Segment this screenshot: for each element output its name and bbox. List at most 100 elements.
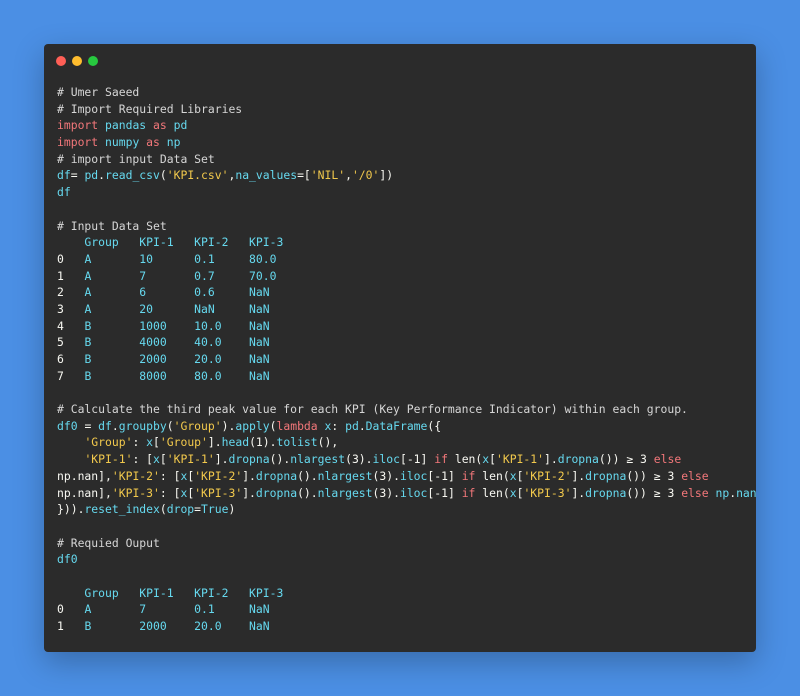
code-token: # Input Data Set [57, 218, 167, 233]
code-line: 'Group': x['Group'].head(1).tolist(), [57, 434, 756, 451]
code-token: np.nan [57, 468, 99, 483]
code-token: })). [57, 502, 85, 517]
code-token: ]. [571, 468, 586, 483]
code-token: ], [98, 468, 112, 483]
code-token: else [681, 485, 716, 500]
code-token: B 1000 10.0 NaN [84, 318, 270, 333]
code-token: = [84, 418, 99, 433]
code-token: iloc [372, 452, 400, 467]
code-token: ]. [571, 485, 586, 500]
code-token: [ [153, 435, 160, 450]
code-token: # Requied Ouput [57, 535, 160, 550]
code-token: ]. [207, 435, 222, 450]
code-token: 1 [57, 619, 85, 633]
code-token: x [509, 468, 517, 483]
code-token: lambda [276, 418, 325, 433]
code-token: df [57, 168, 71, 183]
code-line: df [57, 184, 756, 201]
code-token: x [509, 485, 517, 500]
code-token: pd [173, 118, 188, 133]
code-token: = [194, 502, 202, 517]
code-token: [ [159, 452, 167, 467]
code-line: import numpy as np [57, 134, 756, 151]
code-line: 0 A 10 0.1 80.0 [57, 251, 756, 268]
code-token: 1 [57, 268, 85, 283]
code-token: ( [159, 168, 167, 183]
code-line: np.nan],'KPI-3': [x['KPI-3'].dropna().nl… [57, 485, 756, 502]
window-controls [56, 56, 98, 66]
code-token: dropna [228, 452, 270, 467]
code-line: # Calculate the third peak value for eac… [57, 401, 756, 418]
code-token: ]. [242, 468, 256, 483]
code-token: df [57, 185, 71, 200]
code-token: 'KPI-2' [194, 468, 243, 483]
maximize-icon[interactable] [88, 56, 98, 66]
code-token: . [98, 168, 106, 183]
code-line: 0 A 7 0.1 NaN [57, 601, 756, 618]
code-token: ()) ≥ 3 [626, 468, 682, 483]
code-token: B 4000 40.0 NaN [84, 335, 270, 350]
code-token: nlargest [317, 468, 373, 483]
code-token: 6 [57, 352, 85, 366]
code-token: len( [454, 452, 483, 467]
code-line: 4 B 1000 10.0 NaN [57, 318, 756, 335]
code-line: df0 [57, 551, 756, 568]
code-token: 'KPI-2' [523, 468, 572, 483]
code-token: nlargest [290, 452, 346, 467]
close-icon[interactable] [56, 56, 66, 66]
code-token: if [434, 452, 455, 467]
code-token: dropna [557, 452, 599, 467]
code-token: head [221, 435, 250, 450]
code-token: 'Group' [159, 435, 208, 450]
code-token: : [132, 435, 147, 450]
code-token: np.nan [57, 485, 99, 500]
code-token: '/0' [351, 168, 380, 183]
code-line: 1 A 7 0.7 70.0 [57, 268, 756, 285]
code-token: 'KPI.csv' [166, 168, 229, 183]
code-window: # Umer Saeed # Import Required Libraries i… [44, 44, 756, 652]
code-token: 3 [57, 301, 85, 316]
code-token: 'NIL' [310, 168, 346, 183]
code-token: A 7 0.7 70.0 [84, 268, 277, 283]
code-token: . [111, 418, 119, 433]
code-token: B 8000 80.0 NaN [84, 368, 270, 383]
code-token: tolist [276, 435, 318, 450]
code-token: ( [166, 418, 174, 433]
code-token: pd [84, 168, 99, 183]
code-token: 'KPI-1' [84, 452, 133, 467]
code-token: np [166, 135, 181, 150]
code-token: : [ [132, 452, 154, 467]
code-token: # Import Required Libraries [57, 101, 243, 116]
code-token: 0 [57, 251, 85, 266]
code-token: = [70, 168, 85, 183]
code-line: # Input Data Set [57, 218, 756, 235]
code-token: import [57, 118, 106, 133]
code-token: nan [736, 485, 756, 500]
code-block: # Umer Saeed # Import Required Libraries i… [57, 84, 756, 635]
code-line: 7 B 8000 80.0 NaN [57, 368, 756, 385]
code-token: A 7 0.1 NaN [84, 602, 270, 617]
code-token: (). [269, 452, 291, 467]
code-token: len( [482, 468, 510, 483]
code-line: Group KPI-1 KPI-2 KPI-3 [57, 234, 756, 251]
code-token: pd [345, 418, 359, 433]
code-token: =[ [297, 168, 311, 183]
code-token: B 2000 20.0 NaN [84, 619, 270, 633]
code-token: 'Group' [84, 435, 133, 450]
code-token: [-1] [427, 468, 462, 483]
code-token: 'KPI-3' [111, 485, 160, 500]
code-token: (). [297, 485, 318, 500]
code-token: ()) ≥ 3 [626, 485, 682, 500]
minimize-icon[interactable] [72, 56, 82, 66]
code-token: ]. [544, 452, 558, 467]
code-line: import pandas as pd [57, 117, 756, 134]
code-line: # import input Data Set [57, 151, 756, 168]
code-token: 'Group' [173, 418, 222, 433]
code-token: [-1] [427, 485, 462, 500]
code-token: 'KPI-1' [166, 452, 215, 467]
code-token: else [681, 468, 709, 483]
code-token: pandas [105, 118, 154, 133]
code-token: else [653, 452, 682, 467]
code-token: # Calculate the third peak value for eac… [57, 402, 688, 417]
